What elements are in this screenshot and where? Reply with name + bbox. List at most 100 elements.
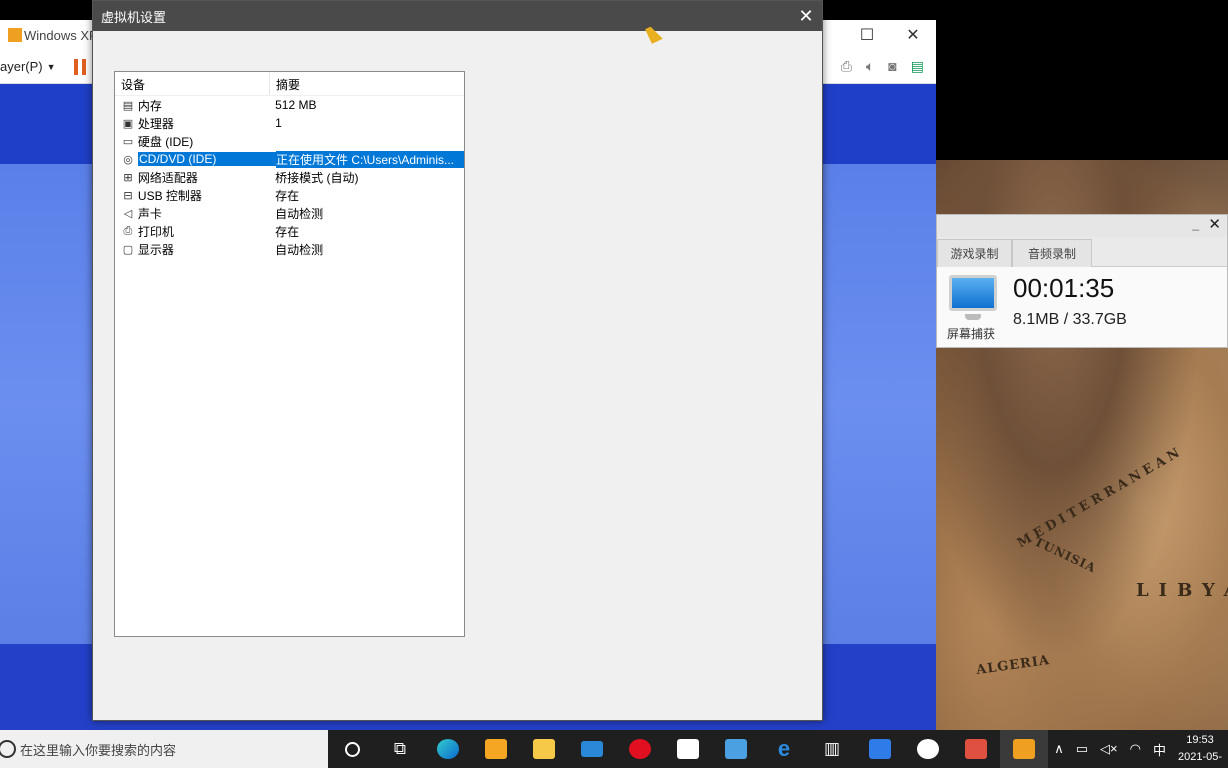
taskbar-apps: ⧉ e ▥ xyxy=(328,730,1048,768)
device-summary: 桥接模式 (自动) xyxy=(275,170,359,185)
device-rows: ▤ 内存 512 MB ▣ 处理器 1 ▭ 硬盘 (IDE) ◎ CD/DVD (IDE) 正在使用… xyxy=(115,96,464,258)
taskbar: 在这里输入你要搜索的内容 ⧉ e ▥ ∧ ▭ ◁× ◠ 中 19:53 2021… xyxy=(0,730,1228,768)
input-method-icon[interactable] xyxy=(712,730,760,768)
map-label: MEDITERRANEAN xyxy=(1014,443,1186,552)
device-row[interactable]: ▤ 内存 512 MB xyxy=(115,96,464,114)
device-summary: 512 MB xyxy=(275,98,317,112)
baidu-netdisk-icon[interactable] xyxy=(904,730,952,768)
device-name: 声卡 xyxy=(137,206,162,221)
recorder-titlebar: _ ✕ xyxy=(937,215,1227,237)
player-menu[interactable]: ayer(P) xyxy=(0,59,43,74)
printer-icon[interactable]: ⎙ xyxy=(841,58,852,75)
ime-indicator[interactable]: 中 xyxy=(1153,740,1166,759)
tab-game-record[interactable]: 游戏录制 xyxy=(937,239,1012,267)
usb-icon: ⊟ xyxy=(123,189,133,202)
clock-date: 2021-05- xyxy=(1177,751,1223,763)
tab-audio-record[interactable]: 音频录制 xyxy=(1012,239,1092,267)
sound-icon: ◁ xyxy=(123,207,133,220)
ie-icon[interactable]: e xyxy=(760,730,808,768)
device-row[interactable]: ⊞ 网络适配器 桥接模式 (自动) xyxy=(115,168,464,186)
search-icon xyxy=(0,740,16,758)
camera-icon[interactable]: ◙ xyxy=(888,58,896,75)
recorder-minimize-button[interactable]: _ xyxy=(1192,217,1199,231)
screen-capture-label: 屏幕捕获 xyxy=(947,327,996,341)
cortana-icon[interactable] xyxy=(328,730,376,768)
device-name: 显示器 xyxy=(137,242,174,257)
mail-icon[interactable] xyxy=(568,730,616,768)
close-button[interactable]: ✕ xyxy=(890,20,936,50)
vmware-logo-icon xyxy=(8,28,22,42)
device-row[interactable]: ▢ 显示器 自动检测 xyxy=(115,240,464,258)
device-row[interactable]: ⊟ USB 控制器 存在 xyxy=(115,186,464,204)
harddisk-icon: ▭ xyxy=(122,135,134,148)
device-name: 打印机 xyxy=(137,224,174,239)
device-name: USB 控制器 xyxy=(137,188,202,203)
dialog-title: 虚拟机设置 xyxy=(101,9,167,25)
device-name: 内存 xyxy=(137,98,162,113)
library-icon[interactable]: ▥ xyxy=(808,730,856,768)
dialog-close-button[interactable]: ✕ xyxy=(790,1,822,31)
recorder-close-button[interactable]: ✕ xyxy=(1208,215,1221,233)
device-summary: 1 xyxy=(275,116,282,130)
calendar-icon[interactable] xyxy=(664,730,712,768)
recording-size: 8.1MB / 33.7GB xyxy=(1013,311,1127,328)
recorder-widget: _ ✕ 游戏录制 音频录制 屏幕捕获 00:01:35 8.1MB / 33.7… xyxy=(936,214,1228,348)
recorder-tabs: 游戏录制 音频录制 xyxy=(937,237,1227,267)
search-placeholder: 在这里输入你要搜索的内容 xyxy=(20,742,177,758)
wifi-icon[interactable]: ◠ xyxy=(1130,741,1141,757)
device-list[interactable]: 设备 摘要 ▤ 内存 512 MB ▣ 处理器 1 ▭ 硬盘 (IDE) ◎ CD/DVD (ID… xyxy=(114,71,465,637)
device-row[interactable]: ▭ 硬盘 (IDE) xyxy=(115,132,464,150)
taskbar-clock[interactable]: 19:53 2021-05- xyxy=(1172,732,1228,766)
device-summary: 自动检测 xyxy=(275,242,324,257)
maximize-button[interactable]: ☐ xyxy=(844,20,890,50)
player-toolbar: ⎙ 🔈︎ ◙ ▤ xyxy=(841,58,924,75)
vmware-icon[interactable] xyxy=(1000,730,1048,768)
note-icon[interactable]: ▤ xyxy=(911,58,924,75)
dialog-titlebar: 虚拟机设置 ✕ xyxy=(93,1,822,31)
device-summary: 自动检测 xyxy=(275,206,324,221)
battery-icon[interactable]: ▭ xyxy=(1076,741,1088,757)
device-row[interactable]: ▣ 处理器 1 xyxy=(115,114,464,132)
edge-icon[interactable] xyxy=(424,730,472,768)
taskbar-search-box[interactable]: 在这里输入你要搜索的内容 xyxy=(0,730,328,768)
photo-icon[interactable] xyxy=(952,730,1000,768)
device-name: CD/DVD (IDE) xyxy=(138,152,276,166)
media-player-icon[interactable] xyxy=(472,730,520,768)
device-summary: 存在 xyxy=(275,188,300,203)
map-label: TUNISIA xyxy=(1032,534,1099,576)
pause-icon[interactable] xyxy=(73,58,86,75)
device-name: 硬盘 (IDE) xyxy=(137,134,194,149)
map-label: ALGERIA xyxy=(975,652,1051,679)
recorder-body: 屏幕捕获 00:01:35 8.1MB / 33.7GB xyxy=(937,267,1227,347)
speaker-icon[interactable]: 🔈︎ xyxy=(866,58,874,75)
cd-dvd-icon: ◎ xyxy=(123,153,133,166)
device-summary: 存在 xyxy=(275,224,300,239)
device-row[interactable]: ◎ CD/DVD (IDE) 正在使用文件 C:\Users\Adminis... xyxy=(115,150,464,168)
printer-icon: ⎙ xyxy=(123,224,133,237)
opera-icon[interactable] xyxy=(616,730,664,768)
display-icon: ▢ xyxy=(122,243,134,256)
device-name: 网络适配器 xyxy=(137,170,198,185)
chevron-up-icon[interactable]: ∧ xyxy=(1054,741,1064,757)
file-explorer-icon[interactable] xyxy=(520,730,568,768)
device-summary: 正在使用文件 C:\Users\Adminis... xyxy=(276,150,464,168)
monitor-stand-icon xyxy=(965,314,981,320)
volume-muted-icon[interactable]: ◁× xyxy=(1100,741,1118,757)
memory-icon: ▤ xyxy=(122,99,134,112)
column-header-device[interactable]: 设备 xyxy=(115,72,270,95)
vm-settings-dialog: 虚拟机设置 ✕ 设备 摘要 ▤ 内存 512 MB ▣ 处理器 1 ▭ 硬盘 (IDE) ◎ CD… xyxy=(92,0,823,721)
cpu-icon: ▣ xyxy=(122,117,134,130)
map-label: LIBYA xyxy=(1136,580,1228,601)
device-list-header: 设备 摘要 xyxy=(115,72,464,96)
device-row[interactable]: ◁ 声卡 自动检测 xyxy=(115,204,464,222)
column-header-summary[interactable]: 摘要 xyxy=(270,72,300,95)
feishu-icon[interactable] xyxy=(856,730,904,768)
device-row[interactable]: ⎙ 打印机 存在 xyxy=(115,222,464,240)
monitor-icon[interactable] xyxy=(949,275,997,311)
device-name: 处理器 xyxy=(137,116,174,131)
system-tray: ∧ ▭ ◁× ◠ 中 19:53 2021-05- xyxy=(1048,730,1228,768)
recording-time: 00:01:35 xyxy=(1013,273,1115,303)
network-icon: ⊞ xyxy=(123,171,133,184)
chevron-down-icon[interactable]: ▼ xyxy=(47,62,56,72)
task-view-icon[interactable]: ⧉ xyxy=(376,730,424,768)
